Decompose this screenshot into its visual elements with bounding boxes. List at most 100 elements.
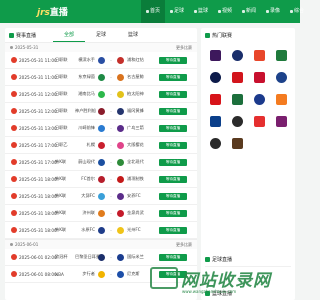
match-row[interactable]: 2025-05-31 17:00 日职乙 札幌 - 大阪樱花 等待直播: [5, 137, 197, 154]
watch-live-button[interactable]: 等待直播: [159, 253, 187, 261]
nav-icon: [265, 10, 269, 13]
league-cba[interactable]: [248, 112, 270, 130]
league-saudi[interactable]: [204, 134, 226, 152]
tab-0[interactable]: 全部: [53, 28, 85, 42]
saudi-logo-icon: [209, 137, 221, 149]
match-row[interactable]: 2025-05-31 17:00 韩K联 蔚山现代 - 全北现代 等待直播: [5, 154, 197, 171]
watch-live-button[interactable]: 等待直播: [159, 141, 187, 149]
home-team-badge: [98, 175, 105, 183]
la-liga-logo-icon: [253, 49, 265, 61]
match-row[interactable]: 2025-05-31 11:00 日职联 横滨水手 - 浦和红钻 等待直播: [5, 52, 197, 69]
league-champions-league[interactable]: [226, 46, 248, 64]
watermark-text: 网站收录网: [181, 270, 271, 291]
nav-icon: [145, 10, 149, 13]
watch-live-button[interactable]: 等待直播: [159, 175, 187, 183]
home-team-badge: [98, 56, 105, 64]
nav-item-5[interactable]: 录像: [261, 0, 285, 23]
watch-live-button[interactable]: 等待直播: [159, 124, 187, 132]
league-eredivisie[interactable]: [248, 68, 270, 86]
nav-item-0[interactable]: 首页: [141, 0, 165, 23]
league-cup[interactable]: [226, 134, 248, 152]
csl-logo-icon: [209, 115, 221, 127]
hot-icon: [11, 91, 17, 97]
tab-1[interactable]: 足球: [85, 28, 117, 42]
away-team-badge: [117, 253, 124, 261]
away-team-badge: [117, 192, 124, 200]
hot-icon: [11, 142, 17, 148]
site-logo[interactable]: jrs直播: [37, 5, 68, 18]
tab-2[interactable]: 篮球: [117, 28, 149, 42]
watch-live-button[interactable]: 等待直播: [159, 90, 187, 98]
home-team-badge: [98, 192, 105, 200]
watch-live-button[interactable]: 等待直播: [159, 226, 187, 234]
match-row[interactable]: 2025-05-31 11:00 日职联 东京绿茵 - 名古屋鲸 等待直播: [5, 69, 197, 86]
europa-logo-icon: [275, 93, 287, 105]
home-team-badge: [98, 124, 105, 132]
match-row[interactable]: 2025-05-31 18:00 韩K联 济州联 - 金泉尚武 等待直播: [5, 205, 197, 222]
nav-item-1[interactable]: 足球: [165, 0, 189, 23]
away-team-badge: [117, 90, 124, 98]
hot-icon: [11, 271, 17, 277]
match-row[interactable]: 2025-05-31 12:00 日职联 湘南比马 - 柏太阳神 等待直播: [5, 86, 197, 103]
date-header: 2025-05-31 更多比赛: [5, 42, 197, 52]
match-row[interactable]: 2025-05-31 13:00 日职联 川崎前锋 - 广岛三箭 等待直播: [5, 120, 197, 137]
league-uefa[interactable]: [248, 90, 270, 108]
league-bundesliga[interactable]: [226, 68, 248, 86]
nav-icon: [193, 10, 197, 13]
league-la-liga[interactable]: [248, 46, 270, 64]
hot-icon: [11, 227, 17, 233]
hot-icon: [11, 159, 17, 165]
nav-item-3[interactable]: 视频: [213, 0, 237, 23]
home-team-badge: [98, 270, 105, 278]
nav-item-4[interactable]: 新闻: [237, 0, 261, 23]
match-row[interactable]: 2025-05-31 18:00 韩K联 大邱FC - 安养FC 等待直播: [5, 188, 197, 205]
watch-live-button[interactable]: 等待直播: [159, 73, 187, 81]
j-league-logo-icon: [209, 93, 221, 105]
nav-icon: [169, 10, 173, 13]
away-team-badge: [117, 124, 124, 132]
league-sidebar: 热门联赛 足球直播 篮球直播: [201, 28, 295, 300]
cba-logo-icon: [253, 115, 265, 127]
league-a-league[interactable]: [270, 112, 292, 130]
bundesliga-logo-icon: [231, 71, 243, 83]
league-premier-league[interactable]: [204, 46, 226, 64]
league-csl[interactable]: [204, 112, 226, 130]
league-serie-a[interactable]: [270, 46, 292, 64]
league-afc[interactable]: [226, 112, 248, 130]
more-matches-link[interactable]: 更多比赛: [176, 45, 192, 51]
league-nba[interactable]: [270, 68, 292, 86]
schedule-panel: 赛事直播 全部 足球 篮球 2025-05-31 更多比赛 2025-05-31 11:…: [5, 28, 197, 300]
match-row[interactable]: 2025-05-31 12:00 日职联 神户胜利船 - 福冈黄蜂 等待直播: [5, 103, 197, 120]
match-row[interactable]: 2025-05-31 18:00 韩K联 水原FC - 光州FC 等待直播: [5, 222, 197, 239]
league-europa[interactable]: [270, 90, 292, 108]
watermark-url: www.wangzhanshoulu.com: [182, 289, 237, 294]
watch-live-button[interactable]: 等待直播: [159, 107, 187, 115]
nav-item-2[interactable]: 篮球: [189, 0, 213, 23]
away-team-badge: [117, 107, 124, 115]
hot-leagues-title: 热门联赛: [201, 28, 295, 42]
hot-icon: [11, 125, 17, 131]
hot-icon: [11, 57, 17, 63]
watch-live-button[interactable]: 等待直播: [159, 192, 187, 200]
watch-live-button[interactable]: 等待直播: [159, 56, 187, 64]
league-ligue-1[interactable]: [204, 68, 226, 86]
away-team-badge: [117, 73, 124, 81]
more-matches-link[interactable]: 更多比赛: [176, 242, 192, 248]
away-team-badge: [117, 226, 124, 234]
away-team-badge: [117, 141, 124, 149]
watch-live-button[interactable]: 等待直播: [159, 209, 187, 217]
a-league-logo-icon: [275, 115, 287, 127]
league-k-league[interactable]: [226, 90, 248, 108]
match-row[interactable]: 2025-05-31 18:00 韩K联 FC首尔 - 浦项制铁 等待直播: [5, 171, 197, 188]
league-j-league[interactable]: [204, 90, 226, 108]
trophy-icon: [205, 32, 210, 38]
nav-icon: [217, 10, 221, 13]
hot-icon: [11, 193, 17, 199]
uefa-logo-icon: [253, 93, 265, 105]
home-team-badge: [98, 73, 105, 81]
champions-league-logo-icon: [231, 49, 243, 61]
schedule-tabs: 全部 足球 篮球: [5, 28, 197, 42]
eredivisie-logo-icon: [253, 71, 265, 83]
watch-live-button[interactable]: 等待直播: [159, 158, 187, 166]
nav-item-6[interactable]: 综合: [285, 0, 309, 23]
